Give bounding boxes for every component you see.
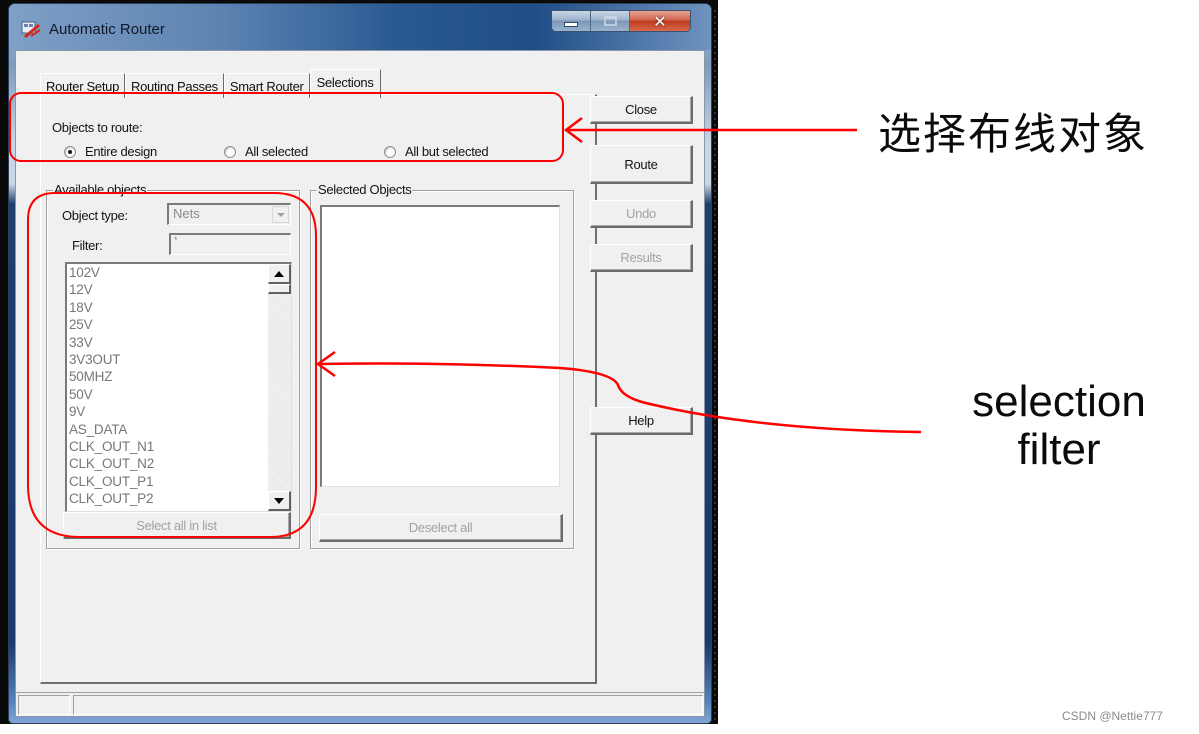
tab-routing-passes[interactable]: Routing Passes (125, 73, 224, 98)
selection-filter-callout-text: selection filter (920, 378, 1198, 474)
object-type-dropdown[interactable]: Nets (167, 203, 291, 225)
undo-button[interactable]: Undo (590, 200, 693, 228)
close-window-button[interactable]: ✕ (630, 11, 690, 31)
tab-smart-router[interactable]: Smart Router (223, 73, 310, 98)
router-app-icon (21, 21, 41, 38)
help-button[interactable]: Help (590, 407, 693, 435)
selected-objects-list[interactable] (320, 205, 560, 487)
scroll-up-arrow-icon (274, 270, 284, 277)
radio-checked-icon (64, 145, 76, 158)
available-objects-list[interactable]: 102V 12V 18V 25V 33V 3V3OUT 50MHZ 50V 9V AS_DATA C… (65, 262, 292, 512)
radio-unchecked-icon (384, 145, 396, 158)
status-pane-2 (73, 695, 703, 715)
list-item[interactable]: CLK_OUT_N1 (69, 438, 154, 455)
watermark: CSDN @Nettie777 (1062, 709, 1163, 723)
objects-to-route-label: Objects to route: (52, 120, 143, 135)
tab-selections[interactable]: Selections (309, 69, 381, 98)
radio-all-selected[interactable]: All selected (224, 144, 308, 159)
available-objects-items: 102V 12V 18V 25V 33V 3V3OUT 50MHZ 50V 9V AS_DATA C… (69, 264, 154, 508)
list-item[interactable]: 50MHZ (69, 368, 154, 385)
close-icon: ✕ (653, 11, 667, 31)
list-item[interactable]: 9V (69, 403, 154, 420)
scroll-up-button[interactable] (268, 264, 291, 284)
list-item[interactable]: 18V (69, 299, 154, 316)
minimize-button[interactable] (552, 11, 591, 31)
dropdown-arrow-button[interactable] (272, 206, 289, 223)
list-vertical-scrollbar[interactable] (268, 264, 291, 511)
scrollbar-thumb[interactable] (268, 284, 291, 294)
selected-objects-title: Selected Objects (317, 182, 413, 197)
radio-entire-design-label: Entire design (85, 144, 157, 159)
deselect-all-button[interactable]: Deselect all (319, 514, 563, 542)
tab-strip: Router Setup Routing Passes Smart Router… (40, 69, 381, 98)
scroll-down-arrow-icon (274, 497, 284, 504)
automatic-router-dialog: Automatic Router ✕ Router Setup Routing … (8, 3, 712, 724)
close-button[interactable]: Close (590, 96, 693, 124)
scroll-down-button[interactable] (268, 491, 291, 511)
list-item[interactable]: CLK_OUT_P1 (69, 473, 154, 490)
filter-input[interactable]: * (169, 233, 291, 255)
tab-router-setup[interactable]: Router Setup (40, 73, 126, 98)
filter-label: Filter: (72, 238, 103, 253)
minimize-icon (564, 21, 578, 27)
list-item[interactable]: 102V (69, 264, 154, 281)
radio-all-but-selected-label: All but selected (405, 144, 489, 159)
available-objects-title: Available objects (53, 182, 148, 197)
radio-entire-design[interactable]: Entire design (64, 144, 157, 159)
title-bar[interactable]: Automatic Router ✕ (9, 4, 711, 50)
chevron-down-icon (276, 212, 285, 217)
dialog-client-area: Router Setup Routing Passes Smart Router… (15, 50, 705, 717)
pcb-grid-dots (713, 8, 718, 720)
objects-callout-text: 选择布线对象 (878, 110, 1148, 160)
radio-all-selected-label: All selected (245, 144, 308, 159)
results-button[interactable]: Results (590, 244, 693, 272)
list-item[interactable]: 12V (69, 281, 154, 298)
radio-unchecked-icon (224, 145, 236, 158)
select-all-in-list-button[interactable]: Select all in list (63, 512, 291, 539)
list-item[interactable]: 3V3OUT (69, 351, 154, 368)
list-item[interactable]: AS_DATA (69, 421, 154, 438)
radio-all-but-selected[interactable]: All but selected (384, 144, 489, 159)
list-item[interactable]: CLK_OUT_N2 (69, 455, 154, 472)
object-type-label: Object type: (62, 208, 128, 223)
window-controls: ✕ (551, 10, 691, 32)
object-type-value: Nets (173, 206, 200, 221)
status-bar (16, 692, 704, 716)
list-item[interactable]: 33V (69, 334, 154, 351)
maximize-button[interactable] (591, 11, 630, 31)
route-button[interactable]: Route (590, 145, 693, 184)
callout-line-1: selection (972, 377, 1146, 426)
list-item[interactable]: CLK_OUT_P2 (69, 490, 154, 507)
list-item[interactable]: 25V (69, 316, 154, 333)
list-item[interactable]: 50V (69, 386, 154, 403)
maximize-icon (603, 16, 617, 26)
window-title: Automatic Router (49, 21, 165, 38)
callout-line-2: filter (1017, 425, 1101, 474)
status-pane-1 (18, 695, 70, 715)
